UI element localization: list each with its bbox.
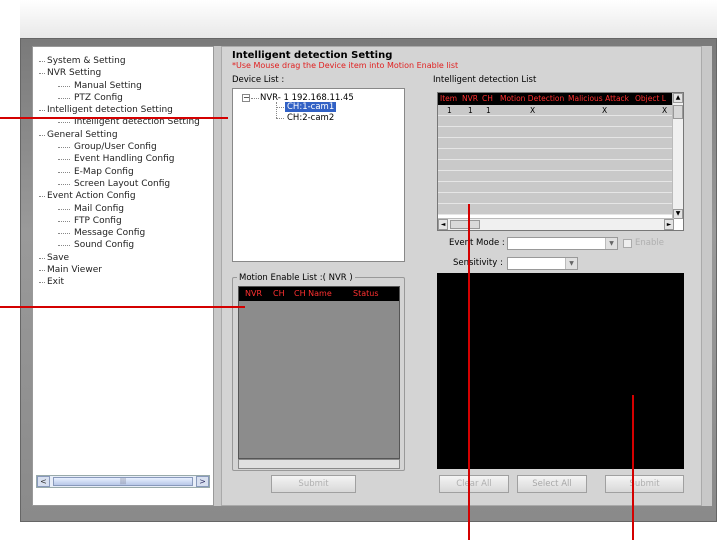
scroll-left-arrow-icon[interactable]: ◄ xyxy=(438,219,448,230)
scroll-right-arrow-icon[interactable]: ► xyxy=(664,219,674,230)
page-title: Intelligent detection Setting xyxy=(232,50,393,61)
settings-tree: System & Setting NVR Setting Manual Settin… xyxy=(33,55,215,289)
table-cell: X xyxy=(602,106,608,115)
column-header[interactable]: CH xyxy=(482,94,493,103)
tree-item[interactable]: Event Handling Config xyxy=(33,153,215,165)
collapse-minus-icon[interactable]: − xyxy=(242,94,250,102)
table-row[interactable] xyxy=(438,138,674,149)
table-row[interactable] xyxy=(438,171,674,182)
table-row[interactable] xyxy=(438,149,674,160)
column-header[interactable]: NVR xyxy=(462,94,478,103)
window-top-bar xyxy=(20,0,717,38)
column-header[interactable]: CH Name xyxy=(294,289,332,298)
video-preview xyxy=(437,273,684,469)
motion-submit-button[interactable]: Submit xyxy=(271,475,356,493)
event-mode-label: Event Mode : xyxy=(449,238,505,248)
tree-item[interactable]: Message Config xyxy=(33,227,215,239)
tree-item[interactable]: Main Viewer xyxy=(33,264,215,276)
tree-item[interactable]: System & Setting xyxy=(33,55,215,67)
tree-item[interactable]: Exit xyxy=(33,276,215,288)
tree-item[interactable]: Manual Setting xyxy=(33,80,215,92)
table-row[interactable] xyxy=(438,127,674,138)
callout-line-device-list xyxy=(0,117,228,119)
scroll-down-arrow-icon[interactable]: ▼ xyxy=(673,209,683,219)
enable-checkbox[interactable] xyxy=(623,239,632,248)
tree-connector xyxy=(251,98,259,99)
callout-line-detection-grid xyxy=(468,204,470,540)
detection-vertical-scrollbar[interactable]: ▲ ▼ xyxy=(672,93,683,219)
detection-submit-button[interactable]: Submit xyxy=(605,475,684,493)
table-row[interactable] xyxy=(438,204,674,215)
tree-item[interactable]: General Setting xyxy=(33,129,215,141)
column-header[interactable]: NVR xyxy=(245,289,262,298)
tree-item[interactable]: Screen Layout Config xyxy=(33,178,215,190)
motion-enable-legend: Motion Enable List :( NVR ) xyxy=(237,273,355,283)
device-list-label: Device List : xyxy=(232,75,285,85)
detection-grid[interactable]: Item NVR CH Motion Detection Malicious A… xyxy=(437,92,684,231)
drag-hint: *Use Mouse drag the Device item into Mot… xyxy=(232,61,459,70)
scroll-up-arrow-icon[interactable]: ▲ xyxy=(673,93,683,103)
tree-item[interactable]: Intelligent detection Setting xyxy=(33,104,215,116)
tree-item[interactable]: Sound Config xyxy=(33,239,215,251)
tree-item[interactable]: Save xyxy=(33,252,215,264)
chevron-down-icon[interactable]: ▼ xyxy=(605,238,617,249)
table-cell: 1 xyxy=(468,106,473,115)
column-header[interactable]: Item xyxy=(440,94,457,103)
tree-connector xyxy=(276,107,284,108)
tree-item[interactable]: PTZ Config xyxy=(33,92,215,104)
table-row[interactable] xyxy=(438,193,674,204)
device-node-cam2[interactable]: CH:2-cam2 xyxy=(287,113,334,123)
select-all-button[interactable]: Select All xyxy=(517,475,587,493)
tree-item[interactable]: Event Action Config xyxy=(33,190,215,202)
column-header[interactable]: CH xyxy=(273,289,285,298)
tree-horizontal-scrollbar[interactable]: < ||| > xyxy=(36,475,210,488)
tree-item[interactable]: Mail Config xyxy=(33,203,215,215)
tree-connector xyxy=(276,102,277,118)
motion-table-header: NVR CH CH Name Status xyxy=(239,287,399,301)
scroll-thumb[interactable] xyxy=(450,220,480,229)
clear-all-button[interactable]: Clear All xyxy=(439,475,509,493)
detection-grid-header: Item NVR CH Motion Detection Malicious A… xyxy=(438,93,674,105)
scroll-thumb[interactable]: ||| xyxy=(53,477,193,486)
tree-connector xyxy=(276,118,284,119)
table-row[interactable]: 1 1 1 X X X xyxy=(438,105,674,116)
column-header[interactable]: Malicious Attack xyxy=(568,94,629,103)
column-header[interactable]: Object L xyxy=(635,94,666,103)
sensitivity-select[interactable]: ▼ xyxy=(507,257,578,270)
tree-item[interactable]: E-Map Config xyxy=(33,166,215,178)
motion-enable-table[interactable]: NVR CH CH Name Status xyxy=(238,286,400,459)
scroll-thumb[interactable] xyxy=(673,105,683,119)
chevron-down-icon[interactable]: ▼ xyxy=(565,258,577,269)
column-header[interactable]: Status xyxy=(353,289,379,298)
tree-item[interactable]: FTP Config xyxy=(33,215,215,227)
table-row[interactable] xyxy=(438,116,674,127)
settings-tree-panel: System & Setting NVR Setting Manual Settin… xyxy=(32,46,214,506)
event-mode-select[interactable]: ▼ xyxy=(507,237,618,250)
table-cell: 1 xyxy=(447,106,452,115)
sensitivity-label: Sensitivity : xyxy=(453,258,503,268)
scroll-right-arrow-icon[interactable]: > xyxy=(196,476,209,487)
table-cell: X xyxy=(662,106,668,115)
table-row[interactable] xyxy=(438,182,674,193)
column-header[interactable]: Motion Detection xyxy=(500,94,564,103)
detection-horizontal-scrollbar[interactable]: ◄ ► xyxy=(438,218,674,230)
scroll-left-arrow-icon[interactable]: < xyxy=(37,476,50,487)
table-cell: X xyxy=(530,106,536,115)
callout-line-motion-list xyxy=(0,306,245,308)
enable-label: Enable xyxy=(635,238,664,248)
tree-item[interactable]: NVR Setting xyxy=(33,67,215,79)
detection-list-label: Intelligent detection List xyxy=(433,75,537,85)
table-row[interactable] xyxy=(438,160,674,171)
callout-line-preview xyxy=(632,395,634,540)
table-cell: 1 xyxy=(486,106,491,115)
device-node-cam1[interactable]: CH:1-cam1 xyxy=(285,102,337,112)
motion-table-scrollbar[interactable] xyxy=(238,459,400,469)
tree-item[interactable]: Group/User Config xyxy=(33,141,215,153)
